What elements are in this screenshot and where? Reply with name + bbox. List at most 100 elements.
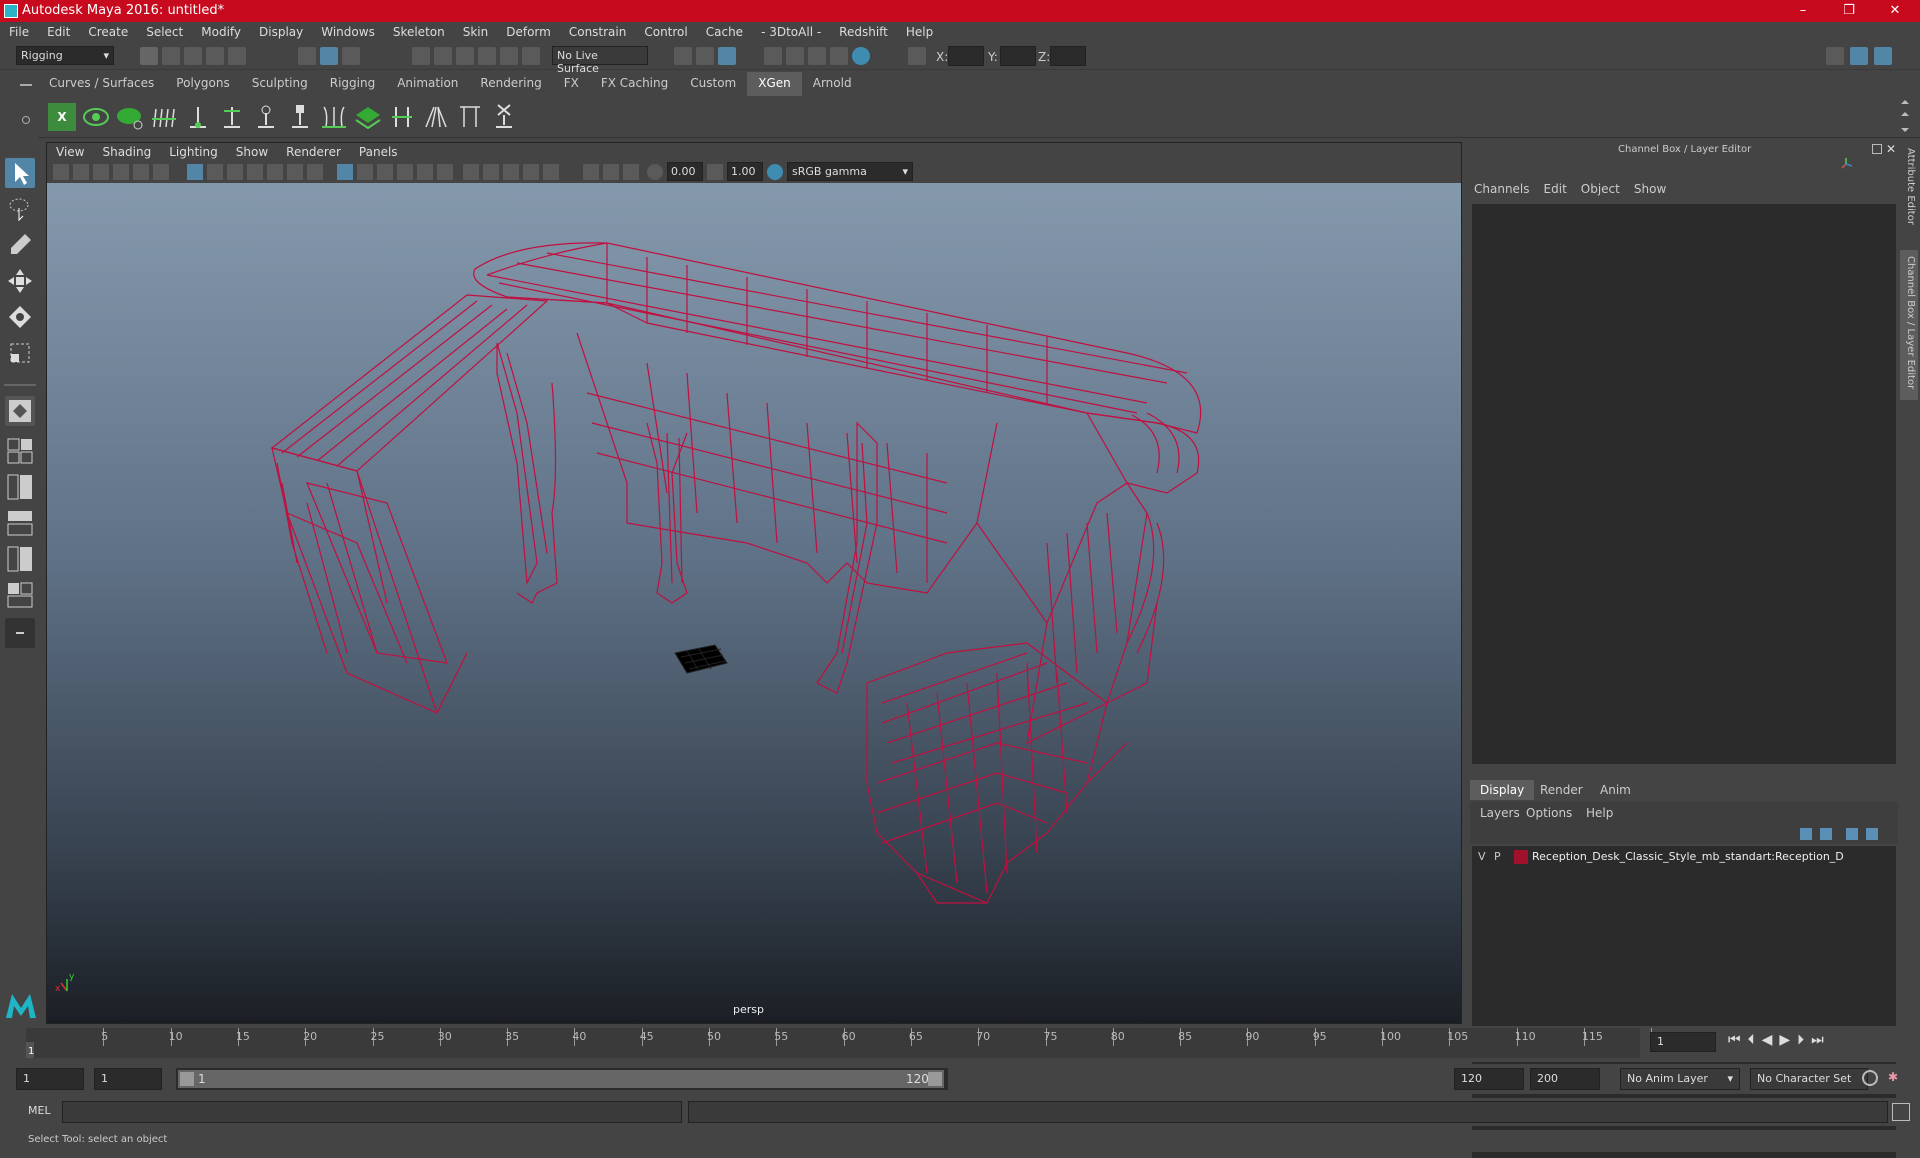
absolute-transform-icon[interactable] [908, 47, 926, 65]
step-back-key-icon[interactable]: ⏴ [1748, 1032, 1762, 1048]
menu-3dtoall[interactable]: - 3DtoAll - [752, 22, 830, 39]
vp-menu-panels[interactable]: Panels [350, 143, 407, 161]
select-component-icon[interactable] [342, 47, 360, 65]
script-editor-icon[interactable] [1892, 1103, 1910, 1121]
select-object-icon[interactable] [320, 47, 338, 65]
minimize-button[interactable]: – [1780, 0, 1826, 22]
le-menu-options[interactable]: Options [1526, 806, 1572, 820]
mode-dropdown[interactable]: Rigging ▾ [16, 46, 114, 65]
camera-attributes-icon[interactable] [73, 164, 89, 180]
tab-arnold[interactable]: Arnold [802, 72, 863, 96]
gamma-field[interactable]: 1.00 [727, 162, 763, 181]
cb-menu-edit[interactable]: Edit [1544, 182, 1567, 196]
layer-row[interactable]: V P Reception_Desk_Classic_Style_mb_stan… [1472, 848, 1896, 866]
go-to-end-icon[interactable]: ⏭ [1811, 1032, 1831, 1048]
select-hierarchy-icon[interactable] [298, 47, 316, 65]
menu-display[interactable]: Display [250, 22, 312, 39]
xgen-sculpt-guide-icon[interactable] [218, 103, 246, 131]
menu-control[interactable]: Control [635, 22, 696, 39]
tab-rendering[interactable]: Rendering [469, 72, 552, 96]
range-start-grip[interactable] [180, 1072, 194, 1086]
outliner-layout-icon[interactable] [5, 472, 35, 502]
xgen-leaf-icon[interactable] [116, 103, 144, 131]
paint-select-tool-icon[interactable] [5, 230, 35, 260]
graph-layout-icon[interactable] [5, 508, 35, 538]
script-language-label[interactable]: MEL [28, 1104, 51, 1117]
four-view-layout-icon[interactable] [5, 436, 35, 466]
xgen-scale-guide-icon[interactable] [388, 103, 416, 131]
menu-cache[interactable]: Cache [697, 22, 752, 39]
range-slider[interactable]: 1 120 [176, 1068, 948, 1090]
xgen-layers-icon[interactable] [354, 103, 382, 131]
cb-menu-channels[interactable]: Channels [1474, 182, 1530, 196]
undo-icon[interactable] [206, 47, 224, 65]
safe-action-icon[interactable] [287, 164, 303, 180]
single-perspective-layout-icon[interactable] [5, 396, 35, 426]
safe-title-icon[interactable] [307, 164, 323, 180]
anti-aliasing-icon[interactable] [523, 164, 539, 180]
play-forward-icon[interactable]: ▶ [1779, 1032, 1797, 1048]
menu-skin[interactable]: Skin [454, 22, 498, 39]
le-menu-help[interactable]: Help [1586, 806, 1613, 820]
vp-menu-lighting[interactable]: Lighting [160, 143, 227, 161]
time-slider[interactable]: 5 10 15 20 25 30 35 40 45 50 55 60 65 70 75 80 85 90 95 100… [0, 1026, 1920, 1062]
move-layer-up-icon[interactable] [1800, 828, 1812, 840]
new-empty-layer-icon[interactable] [1846, 828, 1858, 840]
layer-name[interactable]: Reception_Desk_Classic_Style_mb_standart… [1532, 850, 1844, 863]
auto-key-icon[interactable] [1862, 1070, 1878, 1086]
channel-list[interactable] [1472, 204, 1896, 764]
custom-layout-icon[interactable] [5, 618, 35, 648]
motion-blur-icon[interactable] [503, 164, 519, 180]
field-chart-icon[interactable] [267, 164, 283, 180]
new-scene-icon[interactable] [140, 47, 158, 65]
menu-deform[interactable]: Deform [497, 22, 560, 39]
ambient-occlusion-icon[interactable] [483, 164, 499, 180]
xgen-select-guide-icon[interactable] [252, 103, 280, 131]
xgen-guides-icon[interactable] [150, 103, 178, 131]
animation-end-field[interactable]: 200 [1530, 1068, 1600, 1090]
xray-icon[interactable] [417, 164, 433, 180]
maximize-button[interactable]: ❐ [1826, 0, 1872, 22]
output-ops-icon[interactable] [696, 47, 714, 65]
new-layer-from-selected-icon[interactable] [1866, 828, 1878, 840]
time-ruler[interactable]: 5 10 15 20 25 30 35 40 45 50 55 60 65 70 75 80 85 90 95 100… [26, 1028, 1670, 1058]
menu-modify[interactable]: Modify [192, 22, 250, 39]
input-ops-icon[interactable] [674, 47, 692, 65]
vp-menu-view[interactable]: View [47, 143, 93, 161]
tab-channel-box-layer-editor[interactable]: Channel Box / Layer Editor [1900, 250, 1918, 400]
image-plane-icon[interactable] [113, 164, 129, 180]
tab-rigging[interactable]: Rigging [319, 72, 386, 96]
open-scene-icon[interactable] [162, 47, 180, 65]
depth-of-field-icon[interactable] [543, 164, 559, 180]
y-field[interactable] [1000, 46, 1036, 66]
tab-custom[interactable]: Custom [679, 72, 747, 96]
tab-animation[interactable]: Animation [386, 72, 469, 96]
xgen-delete-guide-icon[interactable] [490, 103, 518, 131]
tab-fx-caching[interactable]: FX Caching [590, 72, 679, 96]
menu-windows[interactable]: Windows [312, 22, 384, 39]
xray-components-icon[interactable] [623, 164, 639, 180]
anim-layer-dropdown[interactable]: No Anim Layer ▾ [1620, 1068, 1740, 1090]
channel-box-toggle-icon[interactable] [1874, 47, 1892, 65]
z-field[interactable] [1050, 46, 1086, 66]
range-handle[interactable] [178, 1070, 944, 1088]
go-to-start-icon[interactable]: ⏮ [1728, 1032, 1748, 1048]
modeling-toolkit-icon[interactable] [1826, 47, 1844, 65]
character-set-dropdown[interactable]: No Character Set [1750, 1068, 1868, 1090]
tab-xgen[interactable]: XGen [747, 72, 802, 96]
menu-file[interactable]: File [0, 22, 38, 39]
grid-toggle-icon[interactable] [187, 164, 203, 180]
vp-menu-renderer[interactable]: Renderer [277, 143, 350, 161]
move-tool-icon[interactable] [5, 266, 35, 296]
xgen-window-icon[interactable]: X [48, 103, 76, 131]
wireframe-on-shaded-icon[interactable] [397, 164, 413, 180]
shelf-menu-icon[interactable] [20, 84, 32, 86]
construction-history-icon[interactable] [718, 47, 736, 65]
shadows-icon[interactable] [463, 164, 479, 180]
lasso-tool-icon[interactable] [5, 194, 35, 224]
float-panel-icon[interactable] [1872, 144, 1882, 154]
xray-joints-icon[interactable] [603, 164, 619, 180]
layer-visibility-toggle[interactable]: V [1478, 850, 1486, 863]
tab-polygons[interactable]: Polygons [165, 72, 240, 96]
xgen-clump-icon[interactable] [422, 103, 450, 131]
